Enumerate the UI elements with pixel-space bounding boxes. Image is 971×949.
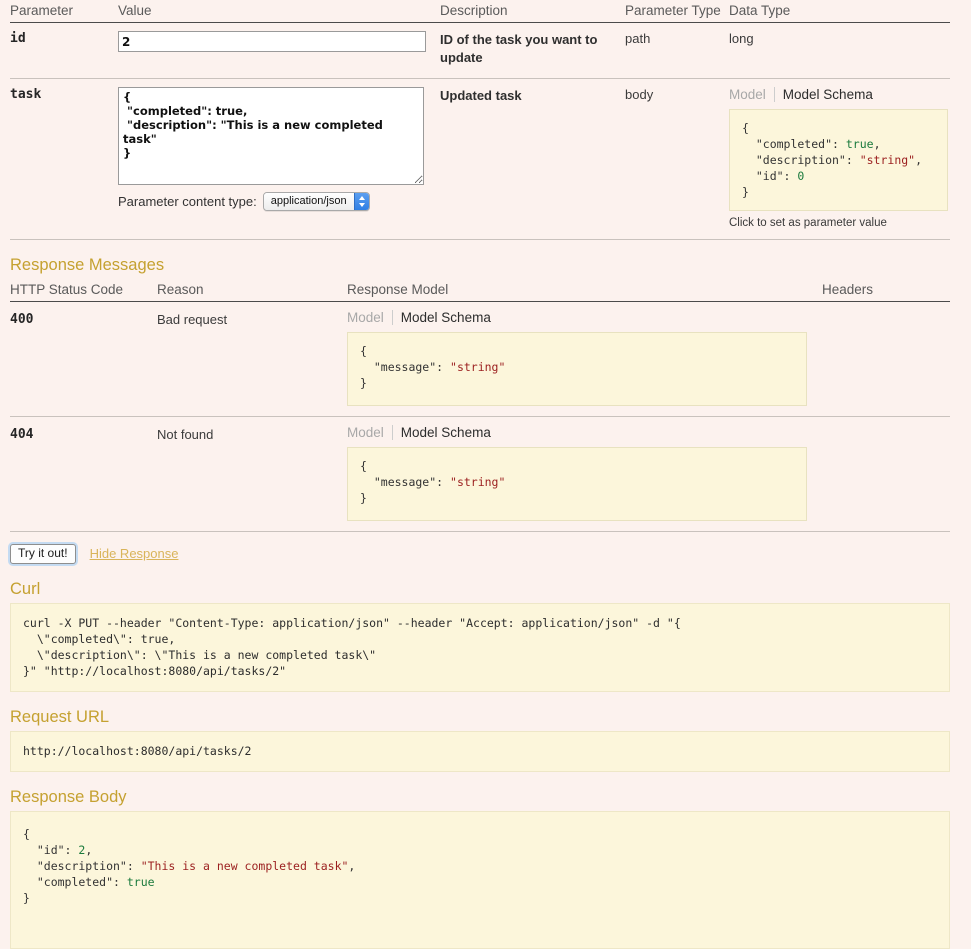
schema-line-open: { [360,344,367,358]
schema-value-message: "string" [450,475,505,489]
table-row: 404 Not found Model Model Schema { "mess… [10,416,950,531]
operation-actions: Try it out! Hide Response [10,544,971,564]
model-schema-box-404[interactable]: { "message": "string" } [347,447,807,521]
schema-line-close: } [360,376,367,390]
parameters-table: Parameter Value Description Parameter Ty… [10,0,950,240]
column-header-value: Value [118,0,440,23]
tab-model-schema[interactable]: Model Schema [393,425,491,440]
headers-400 [822,301,950,416]
schema-key-message: "message": [360,475,450,489]
parameter-type-id: path [625,23,729,79]
model-tabs-400: Model Model Schema [347,310,822,325]
tab-model-schema[interactable]: Model Schema [393,310,491,325]
schema-value-description: "string" [860,153,915,167]
schema-key-message: "message": [360,360,450,374]
tab-model[interactable]: Model [347,310,393,325]
parameter-content-type-select[interactable]: application/json [263,192,370,211]
curl-command-box[interactable]: curl -X PUT --header "Content-Type: appl… [10,603,950,692]
response-key-id: "id": [23,843,78,857]
status-code-400: 400 [10,301,157,416]
data-type-id: long [729,23,950,79]
schema-key-id: "id": [742,169,797,183]
headers-404 [822,416,950,531]
task-body-textarea[interactable]: { "completed": true, "description": "Thi… [118,87,424,185]
try-it-out-button[interactable]: Try it out! [10,544,76,564]
schema-comma-2: , [915,153,922,167]
response-key-description: "description": [23,859,141,873]
table-row: 400 Bad request Model Model Schema { "me… [10,301,950,416]
id-input[interactable] [118,31,426,52]
column-header-http-status-code: HTTP Status Code [10,279,157,302]
schema-line-open: { [360,459,367,473]
schema-line-open: { [742,121,749,135]
schema-value-id: 0 [797,169,804,183]
hide-response-link[interactable]: Hide Response [90,546,179,561]
parameter-name-task: task [10,78,118,239]
response-comma-1: , [85,843,92,857]
response-value-description: "This is a new completed task" [141,859,349,873]
parameter-type-task: body [625,78,729,239]
column-header-parameter-type: Parameter Type [625,0,729,23]
response-line-open: { [23,827,30,841]
response-model-400: Model Model Schema { "message": "string"… [347,301,822,416]
model-tabs-404: Model Model Schema [347,425,822,440]
model-schema-box-task[interactable]: { "completed": true, "description": "str… [729,109,948,211]
parameter-content-type-row: Parameter content type: application/json [118,192,440,211]
tab-model[interactable]: Model [347,425,393,440]
response-messages-header-row: HTTP Status Code Reason Response Model H… [10,279,950,302]
parameter-value-cell-id [118,23,440,79]
request-url-box[interactable]: http://localhost:8080/api/tasks/2 [10,731,950,772]
table-row: task { "completed": true, "description":… [10,78,950,239]
response-line-close: } [23,891,30,905]
request-url-heading: Request URL [10,708,971,727]
response-comma-2: , [348,859,355,873]
column-header-data-type: Data Type [729,0,950,23]
parameter-description-id: ID of the task you want to update [440,23,625,79]
parameter-content-type-label: Parameter content type: [118,194,257,209]
status-code-404: 404 [10,416,157,531]
response-body-box[interactable]: { "id": 2, "description": "This is a new… [10,811,950,949]
response-value-completed: true [127,875,155,889]
schema-value-message: "string" [450,360,505,374]
parameter-description-task: Updated task [440,78,625,239]
reason-400: Bad request [157,301,347,416]
tab-model[interactable]: Model [729,87,775,102]
chevron-updown-icon [354,193,369,210]
response-body-heading: Response Body [10,788,971,807]
response-model-404: Model Model Schema { "message": "string"… [347,416,822,531]
reason-404: Not found [157,416,347,531]
response-key-completed: "completed": [23,875,127,889]
parameters-table-header-row: Parameter Value Description Parameter Ty… [10,0,950,23]
response-messages-heading: Response Messages [10,256,971,275]
data-type-task: Model Model Schema { "completed": true, … [729,78,950,239]
tab-model-schema[interactable]: Model Schema [775,87,873,102]
column-header-response-model: Response Model [347,279,822,302]
column-header-headers: Headers [822,279,950,302]
schema-key-description: "description": [742,153,860,167]
column-header-parameter: Parameter [10,0,118,23]
swagger-operation-panel: Parameter Value Description Parameter Ty… [0,0,971,910]
response-messages-table: HTTP Status Code Reason Response Model H… [10,279,950,532]
schema-line-close: } [360,491,367,505]
parameter-content-type-value: application/json [264,193,354,210]
parameter-value-cell-task: { "completed": true, "description": "Thi… [118,78,440,239]
schema-key-completed: "completed": [742,137,846,151]
column-header-description: Description [440,0,625,23]
schema-click-hint: Click to set as parameter value [729,217,950,229]
parameter-name-id: id [10,23,118,79]
curl-heading: Curl [10,580,971,599]
schema-line-close: } [742,185,749,199]
model-schema-box-400[interactable]: { "message": "string" } [347,332,807,406]
schema-comma-1: , [874,137,881,151]
column-header-reason: Reason [157,279,347,302]
schema-value-completed: true [846,137,874,151]
table-row: id ID of the task you want to update pat… [10,23,950,79]
model-tabs-task: Model Model Schema [729,87,950,102]
